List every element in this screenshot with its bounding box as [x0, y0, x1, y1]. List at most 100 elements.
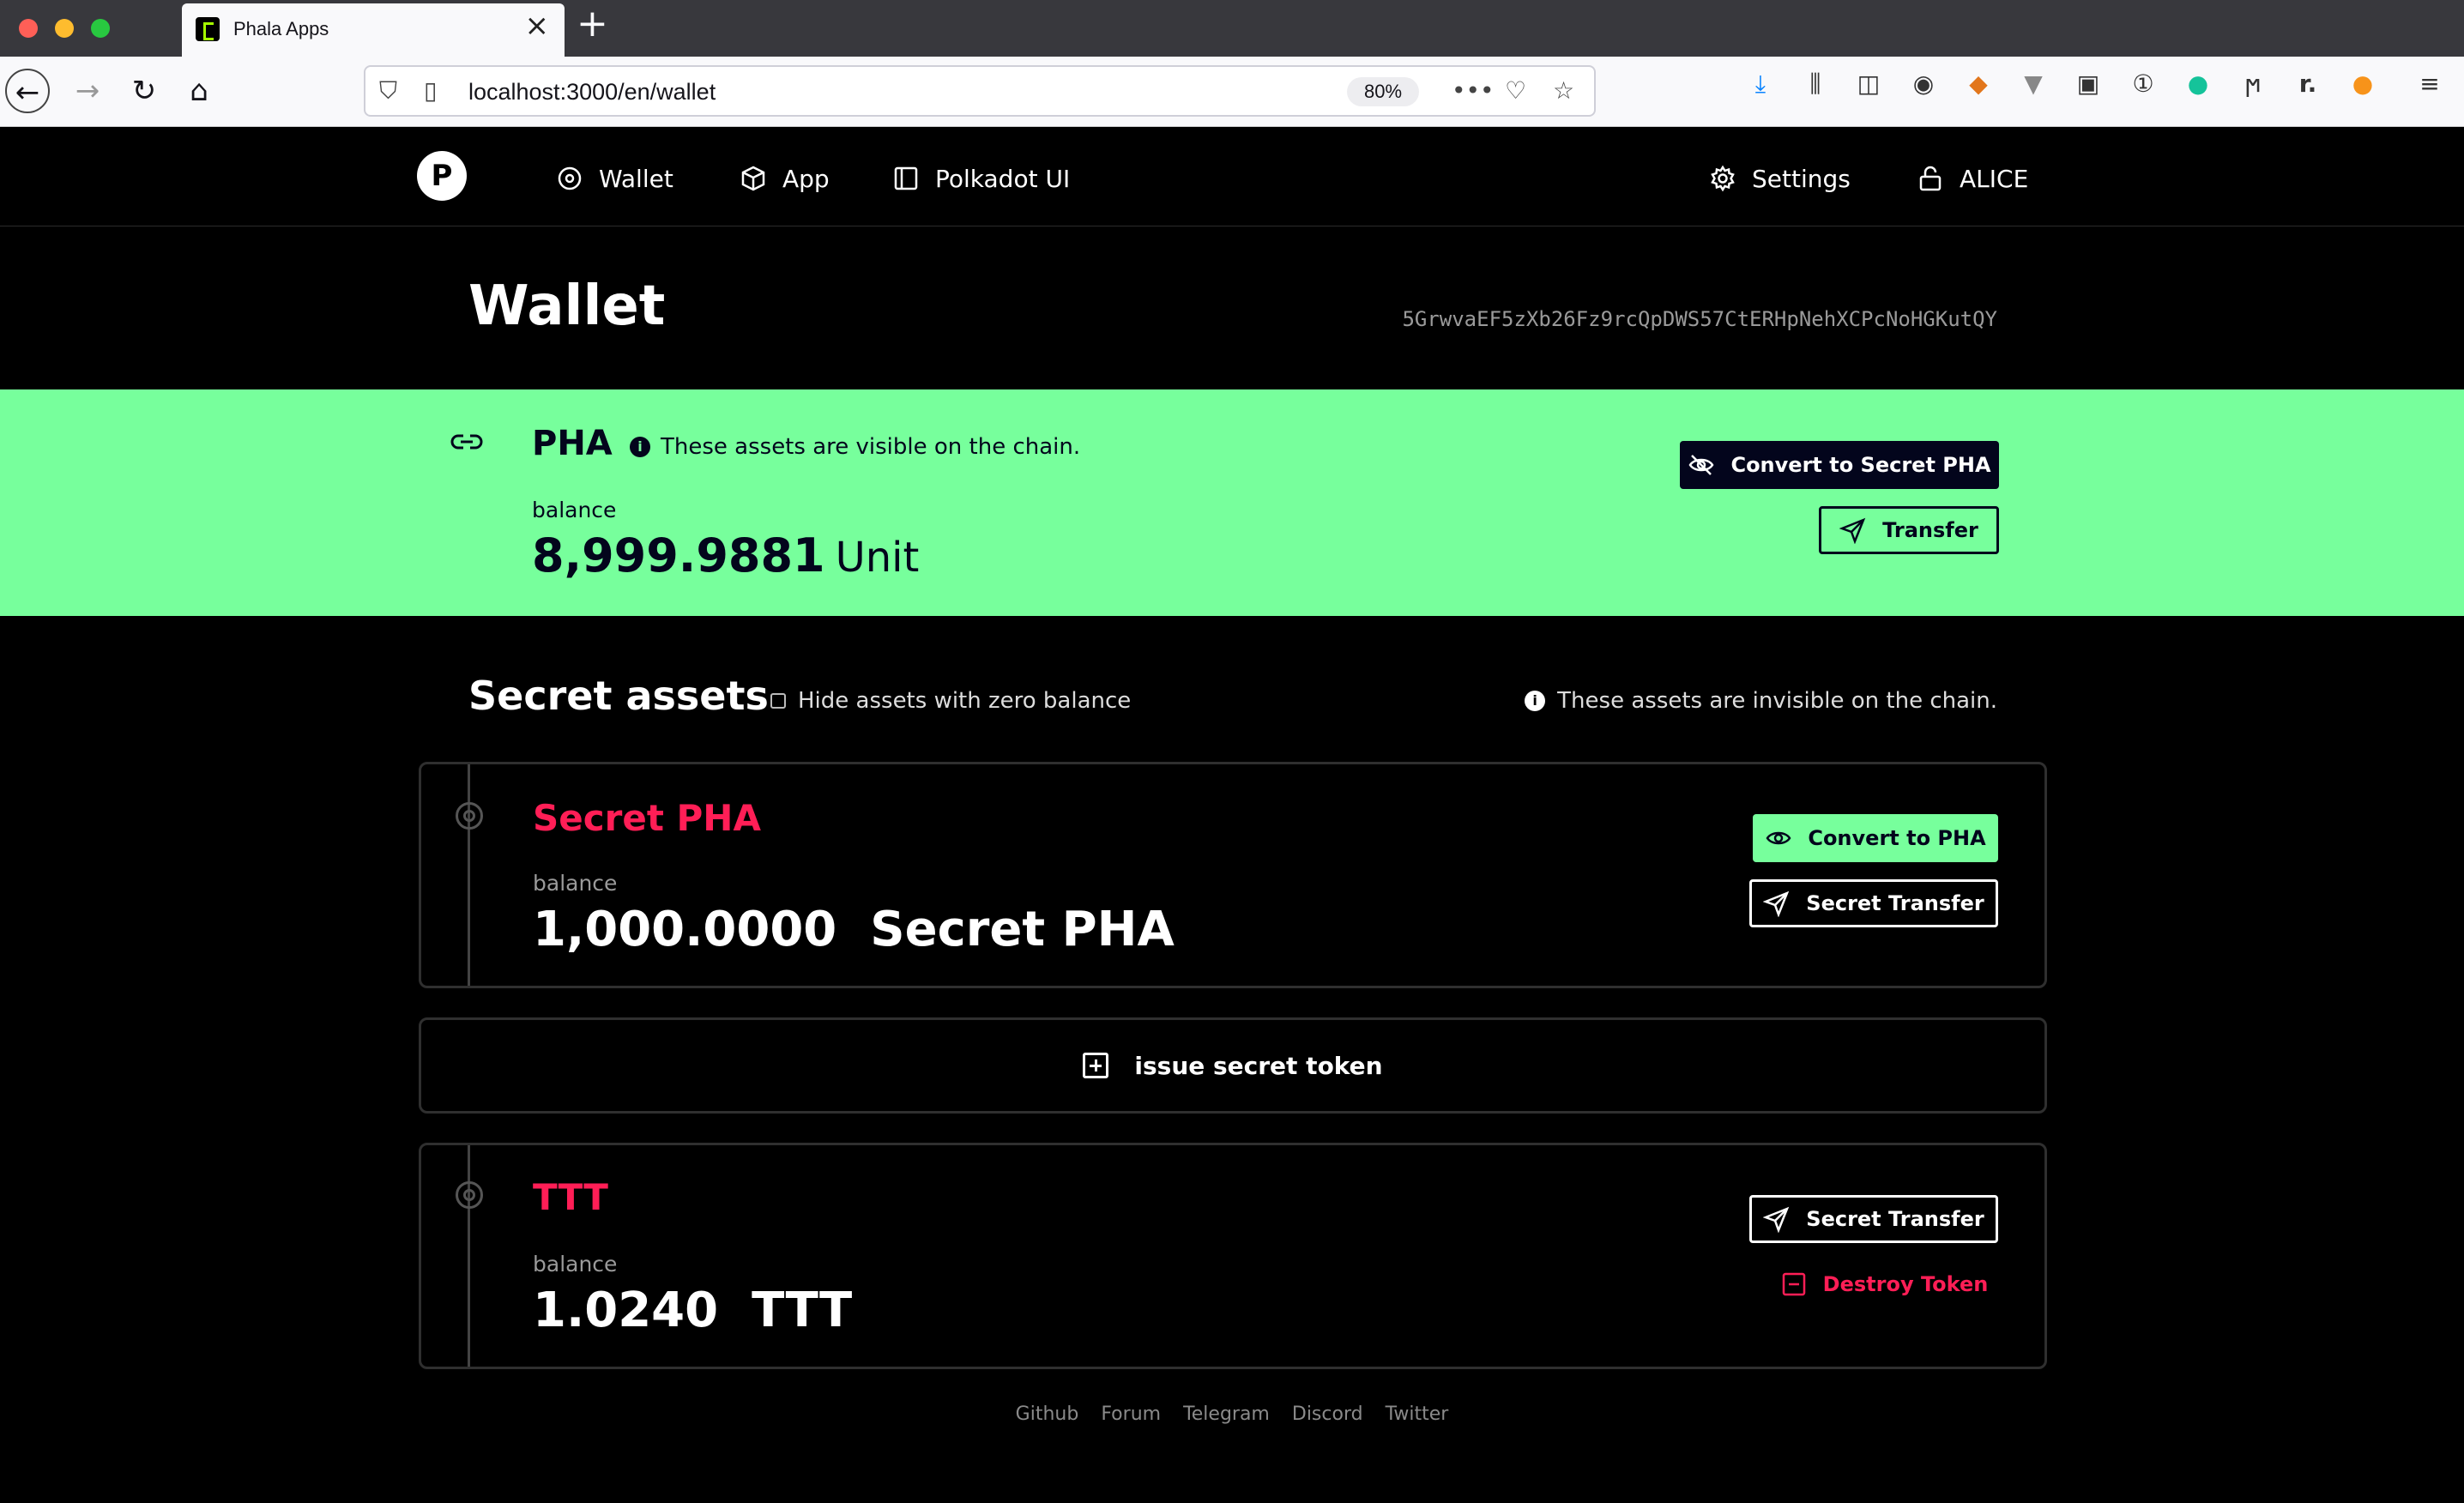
- secret-assets-title: Secret assets: [468, 673, 769, 719]
- settings-label: Settings: [1752, 164, 1851, 193]
- send-icon: [1763, 1206, 1790, 1233]
- send-icon: [1763, 890, 1790, 917]
- shield-icon[interactable]: ⛉: [379, 79, 397, 103]
- secret-note-text: These assets are invisible on the chain.: [1557, 688, 1997, 714]
- cube-icon: [741, 166, 765, 191]
- destroy-token-label: Destroy Token: [1822, 1272, 1989, 1296]
- url-text[interactable]: localhost:3000/en/wallet: [468, 79, 716, 106]
- back-button[interactable]: ←: [5, 69, 50, 113]
- pha-balance-value: 8,999.9881: [532, 528, 825, 582]
- page-title: Wallet: [468, 275, 666, 338]
- sidebar-icon[interactable]: ◫: [1853, 69, 1884, 100]
- download-icon[interactable]: ⤓: [1745, 69, 1776, 100]
- bookmark-star-icon[interactable]: ☆: [1553, 79, 1574, 103]
- browser-tab[interactable]: Phala Apps ×: [182, 3, 565, 57]
- more-actions-icon[interactable]: •••: [1452, 79, 1495, 103]
- secret-pha-card: Secret PHA balance 1,000.0000 Secret PHA…: [419, 762, 2047, 988]
- link-icon: [450, 434, 483, 450]
- footer-link-forum[interactable]: Forum: [1101, 1403, 1161, 1425]
- nav-polkadot-ui-label: Polkadot UI: [935, 164, 1071, 193]
- destroy-token-button[interactable]: Destroy Token: [1777, 1260, 1991, 1308]
- convert-to-secret-pha-label: Convert to Secret PHA: [1730, 453, 1991, 477]
- browser-tab-bar: Phala Apps × +: [0, 0, 2464, 57]
- timeline-line: [468, 1145, 470, 1367]
- secret-visibility-note: i These assets are invisible on the chai…: [1525, 688, 1997, 714]
- nav-wallet-label: Wallet: [599, 164, 673, 193]
- reload-button[interactable]: ↻: [122, 69, 166, 113]
- menu-icon[interactable]: ≡: [2414, 69, 2445, 100]
- convert-to-pha-button[interactable]: Convert to PHA: [1753, 814, 1998, 862]
- secret-transfer-button[interactable]: Secret Transfer: [1749, 879, 1998, 927]
- metamask-extension-icon[interactable]: ◆: [1963, 69, 1994, 100]
- convert-to-secret-pha-button[interactable]: Convert to Secret PHA: [1680, 441, 1999, 489]
- library-icon[interactable]: ⫼: [1800, 69, 1831, 100]
- pha-balance: 8,999.9881 Unit: [532, 528, 919, 582]
- app-header: P Wallet App Polkadot UI Settings ALICE: [0, 127, 2464, 226]
- forward-button[interactable]: →: [65, 69, 110, 113]
- tab-title: Phala Apps: [233, 18, 329, 39]
- nav-polkadot-ui[interactable]: Polkadot UI: [892, 161, 1070, 196]
- pha-visibility-note: i These assets are visible on the chain.: [630, 434, 1080, 460]
- ttt-token-name: TTT: [533, 1176, 608, 1218]
- m-extension-icon[interactable]: ϻ: [2238, 69, 2268, 100]
- ttt-secret-transfer-button[interactable]: Secret Transfer: [1749, 1195, 1998, 1243]
- nav-app-label: App: [782, 164, 830, 193]
- minimize-window-button[interactable]: [55, 19, 74, 38]
- send-icon: [1839, 517, 1866, 544]
- home-button[interactable]: ⌂: [177, 69, 221, 113]
- phala-logo[interactable]: P: [417, 151, 467, 201]
- account-label: ALICE: [1960, 164, 2029, 193]
- maximize-window-button[interactable]: [91, 19, 110, 38]
- footer-link-telegram[interactable]: Telegram: [1183, 1403, 1270, 1425]
- close-window-button[interactable]: [19, 19, 38, 38]
- browser-toolbar: ← → ↻ ⌂ ⛉ ▯ localhost:3000/en/wallet 80%…: [0, 57, 2464, 127]
- account-icon[interactable]: ◉: [1908, 69, 1939, 100]
- transfer-label: Transfer: [1882, 518, 1978, 542]
- pha-asset-panel: PHA i These assets are visible on the ch…: [0, 389, 2464, 616]
- account-button[interactable]: ALICE: [1917, 161, 2028, 196]
- footer-link-github[interactable]: Github: [1016, 1403, 1079, 1425]
- footer-link-discord[interactable]: Discord: [1292, 1403, 1363, 1425]
- circle-dot-icon: [558, 166, 582, 190]
- issue-secret-token-label: issue secret token: [1134, 1051, 1383, 1080]
- gear-icon: [1711, 165, 1735, 192]
- panel-icon: [894, 166, 918, 190]
- ttt-token-card: TTT balance 1.0240 TTT Secret Transfer D…: [419, 1143, 2047, 1369]
- pha-balance-unit: Unit: [835, 534, 920, 582]
- zoom-level-badge[interactable]: 80%: [1347, 77, 1419, 106]
- polkadot-extension-icon[interactable]: ●: [2347, 69, 2378, 100]
- vue-extension-icon[interactable]: ▼: [2018, 69, 2049, 100]
- hide-zero-balance-toggle[interactable]: Hide assets with zero balance: [770, 688, 1131, 714]
- s-extension-icon[interactable]: ▣: [2073, 69, 2104, 100]
- unlock-icon: [1919, 166, 1942, 191]
- footer-links: Github Forum Telegram Discord Twitter: [0, 1403, 2464, 1425]
- hide-zero-label: Hide assets with zero balance: [798, 688, 1132, 714]
- eye-icon: [1766, 831, 1791, 845]
- r-extension-icon[interactable]: r.: [2292, 69, 2323, 100]
- nav-wallet[interactable]: Wallet: [556, 161, 673, 196]
- pha-balance-label: balance: [532, 498, 617, 522]
- onepassword-extension-icon[interactable]: ①: [2128, 69, 2159, 100]
- close-tab-icon[interactable]: ×: [525, 11, 550, 40]
- phala-favicon-icon: [196, 17, 220, 41]
- target-icon: [456, 1181, 483, 1209]
- grammarly-extension-icon[interactable]: ●: [2183, 69, 2213, 100]
- footer-link-twitter[interactable]: Twitter: [1386, 1403, 1449, 1425]
- transfer-button[interactable]: Transfer: [1819, 506, 1999, 554]
- hide-zero-checkbox[interactable]: [770, 693, 786, 709]
- address-bar[interactable]: ⛉ ▯ localhost:3000/en/wallet 80% ••• ♡ ☆: [364, 65, 1596, 117]
- nav-app[interactable]: App: [740, 161, 830, 196]
- pha-note-text: These assets are visible on the chain.: [661, 434, 1081, 460]
- pocket-icon[interactable]: ♡: [1505, 79, 1526, 103]
- ttt-balance-label: balance: [533, 1252, 618, 1277]
- pha-asset-name: PHA: [532, 424, 613, 463]
- wallet-address[interactable]: 5GrwvaEF5zXb26Fz9rcQpDWS57CtERHpNehXCPcN…: [1402, 307, 1997, 331]
- target-icon: [456, 802, 483, 830]
- secret-pha-balance: 1,000.0000 Secret PHA: [533, 902, 1175, 957]
- ttt-secret-transfer-label: Secret Transfer: [1806, 1207, 1984, 1231]
- timeline-line: [468, 764, 470, 986]
- issue-secret-token-button[interactable]: issue secret token: [419, 1017, 2047, 1114]
- new-tab-button[interactable]: +: [577, 5, 608, 43]
- info-icon: i: [630, 437, 650, 457]
- settings-link[interactable]: Settings: [1709, 161, 1851, 196]
